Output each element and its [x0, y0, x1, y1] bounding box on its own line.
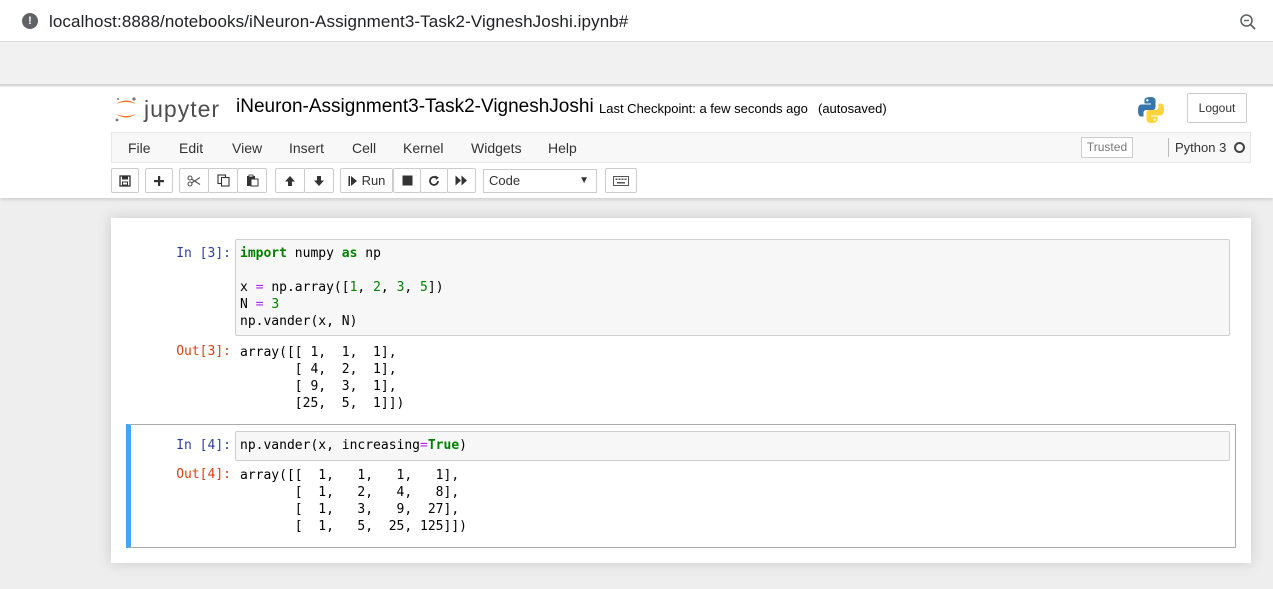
toolbar: Run Code ▼ [111, 168, 711, 194]
move-down-button[interactable] [304, 168, 334, 193]
keyboard-icon [613, 175, 629, 186]
interrupt-button[interactable] [393, 168, 421, 193]
url-text[interactable]: localhost:8888/notebooks/iNeuron-Assignm… [49, 12, 628, 32]
move-up-button[interactable] [275, 168, 305, 193]
jupyter-logo-text: jupyter [144, 95, 221, 122]
zoom-icon[interactable] [1239, 13, 1257, 31]
notebook-name[interactable]: iNeuron-Assignment3-Task2-VigneshJoshi [236, 96, 594, 118]
arrow-down-icon [314, 175, 324, 186]
kernel-status-icon [1234, 142, 1245, 153]
autosave-status: (autosaved) [818, 101, 887, 116]
arrow-up-icon [285, 175, 295, 186]
restart-button[interactable] [420, 168, 448, 193]
logout-button[interactable]: Logout [1187, 93, 1247, 123]
plus-icon [154, 175, 164, 186]
code-input[interactable]: import numpy as np x = np.array([1, 2, 3… [235, 239, 1230, 336]
menu-kernel[interactable]: Kernel [403, 140, 443, 156]
cell-output: array([[ 1, 1, 1, 1], [ 1, 2, 4, 8], [ 1… [240, 468, 467, 534]
cell-type-select[interactable]: Code ▼ [483, 169, 597, 193]
paste-button[interactable] [237, 168, 267, 193]
menu-insert[interactable]: Insert [289, 140, 324, 156]
output-prompt: Out[3]: [176, 344, 231, 359]
copy-icon [216, 174, 230, 187]
restart-run-all-button[interactable] [447, 168, 476, 193]
checkpoint-status: Last Checkpoint: a few seconds ago [599, 101, 808, 116]
notebook-container: In [3]: import numpy as np x = np.array(… [111, 218, 1251, 563]
cell-output: array([[ 1, 1, 1], [ 4, 2, 1], [ 9, 3, 1… [240, 345, 405, 411]
menubar: File Edit View Insert Cell Kernel Widget… [111, 132, 1251, 163]
cell-type-value: Code [489, 173, 521, 188]
info-icon[interactable]: ! [22, 13, 38, 29]
code-cell-selected[interactable]: In [4]: np.vander(x, increasing=True) Ou… [126, 424, 1236, 548]
menu-edit[interactable]: Edit [179, 140, 203, 156]
output-prompt: Out[4]: [176, 467, 231, 482]
menu-widgets[interactable]: Widgets [471, 140, 522, 156]
cut-icon [187, 174, 201, 187]
run-button[interactable]: Run [340, 168, 393, 193]
fast-forward-icon [455, 175, 467, 186]
paste-icon [246, 174, 258, 187]
restart-icon [429, 175, 439, 186]
input-prompt: In [3]: [176, 246, 231, 261]
stop-icon [402, 175, 412, 186]
jupyter-logo-icon [115, 97, 136, 122]
jupyter-header: jupyter iNeuron-Assignment3-Task2-Vignes… [0, 87, 1273, 198]
save-icon [119, 174, 131, 187]
input-prompt: In [4]: [176, 438, 231, 453]
code-cell[interactable]: In [3]: import numpy as np x = np.array(… [126, 236, 1236, 416]
menu-cell[interactable]: Cell [352, 140, 376, 156]
add-cell-button[interactable] [145, 168, 173, 193]
run-label: Run [361, 173, 386, 188]
copy-button[interactable] [208, 168, 238, 193]
command-palette-button[interactable] [605, 168, 637, 193]
browser-address-bar[interactable]: ! localhost:8888/notebooks/iNeuron-Assig… [0, 0, 1273, 42]
jupyter-logo[interactable]: jupyter [114, 94, 220, 124]
kernel-separator [1168, 138, 1169, 157]
menu-view[interactable]: View [232, 140, 262, 156]
menu-file[interactable]: File [128, 140, 151, 156]
kernel-name[interactable]: Python 3 [1175, 140, 1226, 155]
save-button[interactable] [111, 168, 139, 193]
python-logo-icon [1138, 97, 1164, 123]
menu-help[interactable]: Help [548, 140, 577, 156]
trusted-indicator[interactable]: Trusted [1081, 137, 1133, 158]
run-icon [348, 175, 357, 186]
browser-bookmark-area [0, 42, 1273, 86]
code-input[interactable]: np.vander(x, increasing=True) [235, 431, 1230, 461]
cut-button[interactable] [179, 168, 209, 193]
chevron-down-icon: ▼ [579, 175, 589, 186]
